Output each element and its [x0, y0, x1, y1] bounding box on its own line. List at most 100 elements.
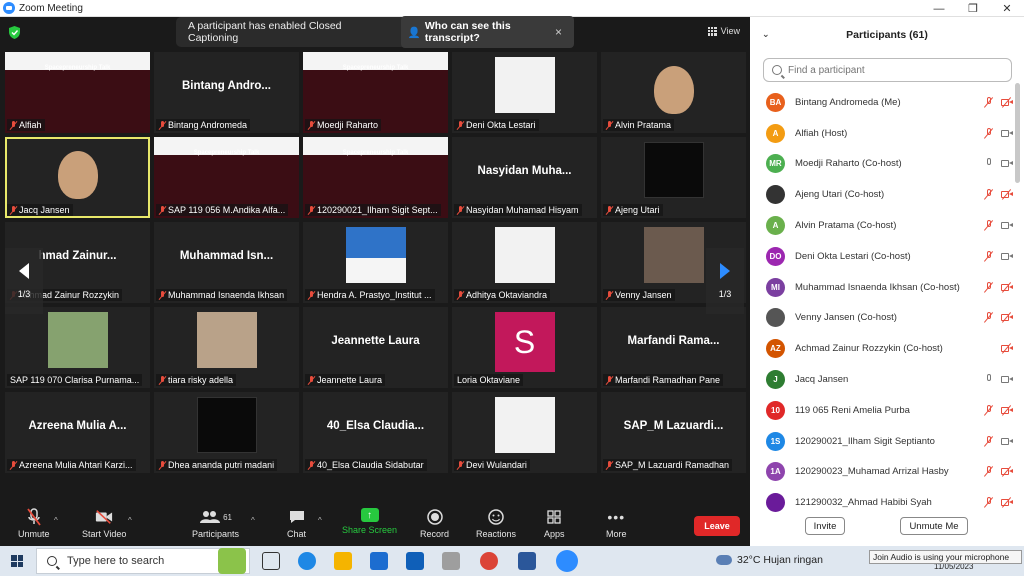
poster-title: Spacepreneurship Talk	[193, 150, 260, 156]
participant-row[interactable]: BA Bintang Andromeda (Me)	[750, 87, 1014, 118]
video-tile[interactable]: Alvin Pratama	[601, 52, 746, 133]
windows-start-icon[interactable]	[11, 555, 23, 567]
participant-search-input[interactable]	[788, 64, 998, 76]
share-screen-button[interactable]: Share Screen	[342, 508, 397, 535]
store-icon[interactable]	[370, 552, 388, 570]
video-tile[interactable]: SAP_M Lazuardi... SAP_M Lazuardi Ramadhan	[601, 392, 746, 473]
video-tile[interactable]: Bintang Andro... Bintang Andromeda	[154, 52, 299, 133]
video-tile[interactable]: Jeannette Laura Jeannette Laura	[303, 307, 448, 388]
video-tile[interactable]: Spacepreneurship Talk Alfiah	[5, 52, 150, 133]
tile-name-label: SAP 119 070 Clarisa Purnama...	[7, 374, 143, 386]
participant-row[interactable]: 121290032_Ahmad Habibi Syah	[750, 487, 1014, 518]
video-tile[interactable]: tiara risky adella	[154, 307, 299, 388]
participant-row[interactable]: 10 119 065 Reni Amelia Purba	[750, 395, 1014, 426]
weather-widget[interactable]: 32°C Hujan ringan	[716, 554, 823, 566]
minimize-icon[interactable]: —	[922, 0, 956, 17]
participant-search[interactable]	[763, 58, 1012, 82]
participants-button[interactable]: 61 Participants	[192, 508, 239, 539]
participant-row[interactable]: A Alvin Pratama (Co-host)	[750, 210, 1014, 241]
participant-name: Achmad Zainur Rozzykin (Co-host)	[795, 343, 943, 355]
audio-options-caret[interactable]: ^	[54, 516, 58, 525]
task-view-icon[interactable]	[262, 552, 280, 570]
who-can-see-transcript-button[interactable]: 👤 Who can see this transcript?	[400, 16, 574, 48]
video-tile[interactable]: 40_Elsa Claudia... 40_Elsa Claudia Sidabu…	[303, 392, 448, 473]
record-label: Record	[420, 529, 450, 539]
participant-name: Moedji Raharto	[317, 120, 379, 130]
edge-browser-icon[interactable]	[298, 552, 316, 570]
chat-options-caret[interactable]: ^	[318, 516, 322, 525]
microphone-muted-icon	[985, 189, 993, 200]
participant-avatar: A	[766, 123, 785, 143]
video-tile[interactable]: Adhitya Oktaviandra	[452, 222, 597, 303]
participant-row[interactable]: AZ Achmad Zainur Rozzykin (Co-host)	[750, 333, 1014, 364]
tile-name-label: Venny Jansen	[603, 289, 675, 301]
participant-name: Venny Jansen (Co-host)	[795, 312, 897, 324]
start-video-button[interactable]: Start Video	[82, 508, 126, 539]
microphone-icon	[985, 374, 993, 385]
poster-title: Spacepreneurship Talk	[342, 150, 409, 156]
participant-row[interactable]: 1S 120290021_Ilham Sigit Septianto	[750, 426, 1014, 457]
record-button[interactable]: Record	[420, 508, 449, 539]
video-tile[interactable]: Jacq Jansen	[5, 137, 150, 218]
video-tile[interactable]: Hendra A. Prastyo_Institut ...	[303, 222, 448, 303]
video-tile[interactable]: Spacepreneurship Talk 120290021_Ilham Sig…	[303, 137, 448, 218]
close-banner-icon[interactable]: ×	[555, 25, 562, 39]
shield-icon[interactable]	[9, 26, 20, 39]
chevron-down-icon[interactable]: ⌄	[762, 29, 770, 40]
participant-name: Ajeng Utari	[615, 205, 660, 215]
mail-icon[interactable]	[406, 552, 424, 570]
microphone-muted-icon	[159, 290, 166, 300]
view-button[interactable]: View	[707, 26, 740, 36]
leave-button[interactable]: Leave	[694, 516, 740, 536]
tile-name-label: Ajeng Utari	[603, 204, 663, 216]
participants-options-caret[interactable]: ^	[251, 516, 255, 525]
video-options-caret[interactable]: ^	[128, 516, 132, 525]
participant-row[interactable]: J Jacq Jansen	[750, 364, 1014, 395]
video-tile[interactable]: Ajeng Utari	[601, 137, 746, 218]
next-page-button[interactable]: 1/3	[706, 248, 744, 314]
microphone-muted-icon	[985, 220, 993, 231]
video-tile[interactable]: Spacepreneurship Talk Moedji Raharto	[303, 52, 448, 133]
participant-row[interactable]: DO Deni Okta Lestari (Co-host)	[750, 241, 1014, 272]
microphone-muted-icon	[10, 205, 17, 215]
video-tile[interactable]: Deni Okta Lestari	[452, 52, 597, 133]
panel-scrollbar[interactable]	[1015, 83, 1020, 183]
video-tile[interactable]: Spacepreneurship Talk SAP 119 056 M.Andik…	[154, 137, 299, 218]
previous-page-button[interactable]: 1/3	[5, 248, 43, 314]
video-tile[interactable]: Marfandi Rama... Marfandi Ramadhan Pane	[601, 307, 746, 388]
participant-avatar: MR	[766, 154, 785, 174]
participant-avatar: MI	[766, 277, 785, 297]
participant-name: Muhammad Isnaenda Ikhsan	[168, 290, 285, 300]
widget-icon[interactable]	[218, 548, 246, 574]
unmute-button[interactable]: Unmute	[18, 508, 50, 539]
participant-row[interactable]: MI Muhammad Isnaenda Ikhsan (Co-host)	[750, 272, 1014, 303]
participant-row[interactable]: 1A 120290023_Muhamad Arrizal Hasby	[750, 457, 1014, 488]
chrome-icon[interactable]	[480, 552, 498, 570]
zoom-taskbar-icon[interactable]	[556, 550, 578, 572]
video-tile[interactable]: Azreena Mulia A... Azreena Mulia Ahtari K…	[5, 392, 150, 473]
more-button[interactable]: ••• More	[606, 508, 627, 539]
file-explorer-icon[interactable]	[334, 552, 352, 570]
video-tile[interactable]: Devi Wulandari	[452, 392, 597, 473]
video-tile[interactable]: Muhammad Isn... Muhammad Isnaenda Ikhsan	[154, 222, 299, 303]
app-icon[interactable]	[442, 552, 460, 570]
apps-button[interactable]: Apps	[544, 508, 565, 539]
word-icon[interactable]	[518, 552, 536, 570]
participant-row[interactable]: MR Moedji Raharto (Co-host)	[750, 149, 1014, 180]
reactions-button[interactable]: Reactions	[476, 508, 516, 539]
close-window-icon[interactable]: ✕	[990, 0, 1024, 17]
maximize-icon[interactable]: ❐	[956, 0, 990, 17]
microphone-muted-icon	[308, 375, 315, 385]
participant-row[interactable]: Ajeng Utari (Co-host)	[750, 179, 1014, 210]
chat-button[interactable]: Chat	[287, 508, 306, 539]
unmute-me-button[interactable]: Unmute Me	[900, 517, 968, 535]
video-tile[interactable]: S Loria Oktaviane	[452, 307, 597, 388]
participant-row[interactable]: Venny Jansen (Co-host)	[750, 303, 1014, 334]
video-tile[interactable]: Nasyidan Muha... Nasyidan Muhamad Hisyam	[452, 137, 597, 218]
participant-row[interactable]: A Alfiah (Host)	[750, 118, 1014, 149]
video-tile[interactable]: Dhea ananda putri madani	[154, 392, 299, 473]
video-tile[interactable]: SAP 119 070 Clarisa Purnama...	[5, 307, 150, 388]
participant-name: 120290023_Muhamad Arrizal Hasby	[795, 466, 949, 478]
invite-button[interactable]: Invite	[805, 517, 845, 535]
microphone-tooltip: Join Audio is using your microphone	[869, 550, 1022, 564]
